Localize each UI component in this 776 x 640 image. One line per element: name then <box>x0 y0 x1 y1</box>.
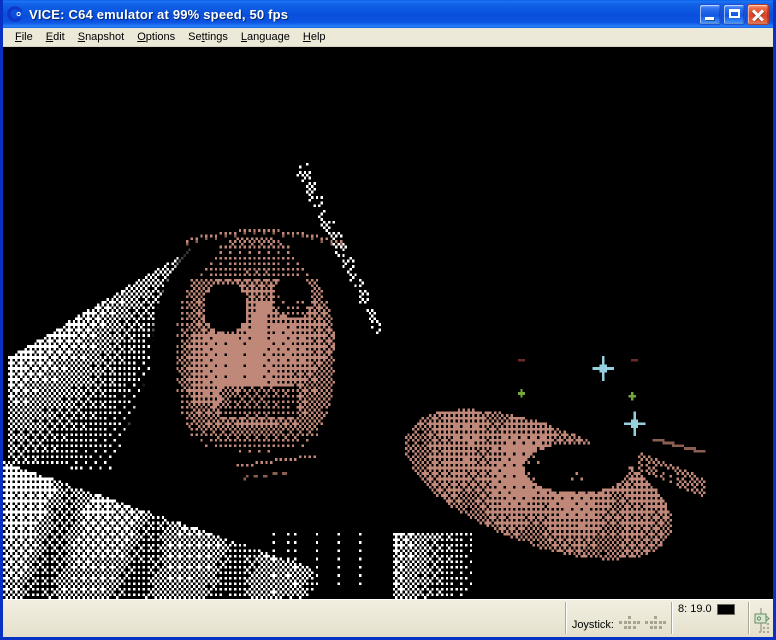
menu-label-settings-pre: Se <box>188 30 202 43</box>
c64-screen-canvas[interactable] <box>3 47 773 599</box>
menu-item-help[interactable]: Help <box>297 30 333 45</box>
close-button[interactable] <box>747 3 769 25</box>
status-bar: Joystick: 8: 19.0 <box>3 599 773 637</box>
drive-status-row: 8: 19.0 <box>678 603 735 615</box>
vice-main-window: VICE: C64 emulator at 99% speed, 50 fps … <box>0 0 776 640</box>
menu-bar: File Edit Snapshot Options Settings Lang… <box>3 28 773 47</box>
maximize-button[interactable] <box>723 3 745 25</box>
joystick-label: Joystick: <box>571 618 614 631</box>
status-message-pane <box>3 600 565 637</box>
caption-button-group <box>699 3 769 25</box>
menu-item-snapshot[interactable]: Snapshot <box>72 30 132 45</box>
drive-led-indicator <box>716 603 735 615</box>
menu-label-help-rest: elp <box>310 30 326 43</box>
title-bar[interactable]: VICE: C64 emulator at 99% speed, 50 fps <box>3 0 773 28</box>
menu-label-snapshot-rest: napshot <box>85 30 125 43</box>
resize-grip-icon[interactable] <box>757 621 771 635</box>
menu-label-options-rest: ptions <box>145 30 176 43</box>
menu-item-file[interactable]: File <box>9 30 40 45</box>
menu-item-settings[interactable]: Settings <box>182 30 235 45</box>
menu-label-edit-rest: dit <box>53 30 65 43</box>
minimize-button[interactable] <box>699 3 721 25</box>
emulator-display[interactable] <box>3 47 773 599</box>
menu-item-options[interactable]: Options <box>131 30 182 45</box>
joystick-status-pane[interactable]: Joystick: <box>566 600 671 637</box>
menu-label-file-rest: ile <box>21 30 33 43</box>
menu-item-edit[interactable]: Edit <box>40 30 72 45</box>
menu-label-settings-rest: tings <box>204 30 228 43</box>
vice-logo-icon <box>7 5 25 23</box>
drive-status-pane[interactable]: 8: 19.0 <box>672 600 748 637</box>
menu-label-language-rest: anguage <box>247 30 290 43</box>
joystick-port-2-indicator[interactable] <box>645 615 667 634</box>
joystick-port-1-indicator[interactable] <box>619 615 641 634</box>
drive-status-text: 8: 19.0 <box>678 603 712 615</box>
menu-item-language[interactable]: Language <box>235 30 297 45</box>
window-title: VICE: C64 emulator at 99% speed, 50 fps <box>29 6 289 22</box>
